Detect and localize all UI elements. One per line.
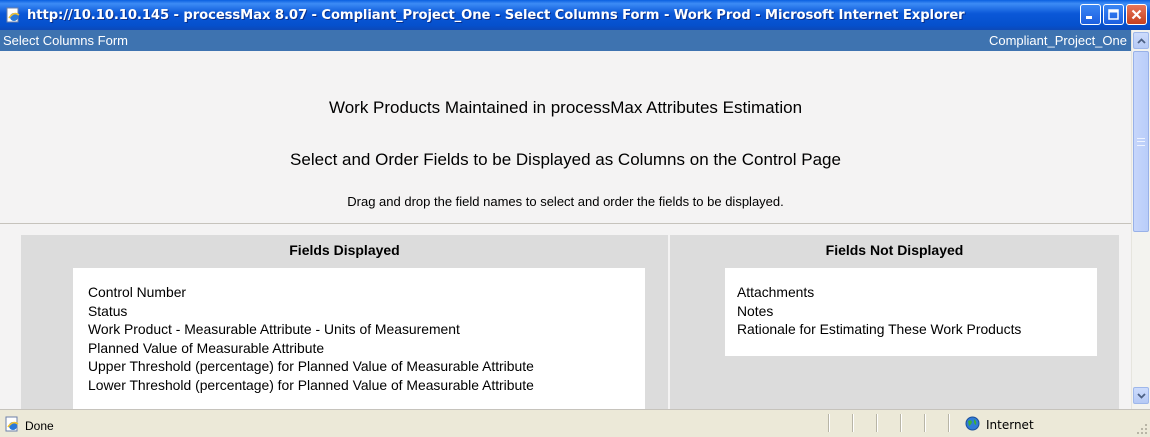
window-title: http://10.10.10.145 - processMax 8.07 - … <box>27 7 965 23</box>
scroll-up-button[interactable] <box>1133 32 1149 49</box>
status-separator <box>948 414 950 432</box>
status-separator <box>876 414 878 432</box>
minimize-button[interactable] <box>1080 4 1101 25</box>
page-content: Work Products Maintained in processMax A… <box>0 51 1131 409</box>
form-header-bar: Select Columns Form Compliant_Project_On… <box>0 30 1131 51</box>
status-separator <box>828 414 830 432</box>
vertical-scrollbar[interactable] <box>1131 30 1150 409</box>
status-separator <box>852 414 854 432</box>
minimize-icon <box>1086 16 1092 19</box>
list-item[interactable]: Upper Threshold (percentage) for Planned… <box>88 357 645 376</box>
maximize-button[interactable] <box>1103 4 1124 25</box>
list-item[interactable]: Lower Threshold (percentage) for Planned… <box>88 376 645 395</box>
list-item[interactable]: Planned Value of Measurable Attribute <box>88 339 645 358</box>
form-name: Select Columns Form <box>3 33 128 48</box>
fields-not-displayed-header: Fields Not Displayed <box>825 242 964 258</box>
status-text: Done <box>25 418 54 433</box>
resize-grip-icon[interactable] <box>1136 423 1148 435</box>
chevron-down-icon <box>1136 392 1146 399</box>
status-separator <box>924 414 926 432</box>
list-item[interactable]: Notes <box>737 302 1097 321</box>
status-bar: Done Internet <box>0 409 1150 437</box>
page-title: Work Products Maintained in processMax A… <box>328 98 803 117</box>
window-title-bar[interactable]: http://10.10.10.145 - processMax 8.07 - … <box>0 0 1150 30</box>
page-subtitle: Select and Order Fields to be Displayed … <box>290 150 841 169</box>
list-item[interactable]: Work Product - Measurable Attribute - Un… <box>88 320 645 339</box>
divider <box>0 223 1131 224</box>
fields-displayed-header: Fields Displayed <box>289 242 400 258</box>
page-done-icon <box>4 416 20 435</box>
fields-displayed-list[interactable]: Control Number Status Work Product - Mea… <box>73 268 645 409</box>
security-zone[interactable]: Internet <box>965 416 1034 434</box>
list-item[interactable]: Rationale for Estimating These Work Prod… <box>737 320 1097 339</box>
list-item[interactable]: Status <box>88 302 645 321</box>
zone-text: Internet <box>986 418 1034 432</box>
ie-page-icon[interactable] <box>5 7 21 23</box>
fields-displayed-panel: Fields Displayed Control Number Status W… <box>21 235 668 409</box>
scroll-down-button[interactable] <box>1133 387 1149 404</box>
maximize-icon <box>1108 9 1119 20</box>
close-button[interactable] <box>1126 4 1147 25</box>
list-item[interactable]: Attachments <box>737 283 1097 302</box>
project-name: Compliant_Project_One <box>988 33 1127 48</box>
fields-not-displayed-panel: Fields Not Displayed Attachments Notes R… <box>670 235 1119 409</box>
scroll-thumb[interactable] <box>1133 51 1149 232</box>
globe-icon <box>965 416 980 434</box>
close-icon <box>1131 9 1142 20</box>
chevron-up-icon <box>1136 37 1146 44</box>
fields-not-displayed-list[interactable]: Attachments Notes Rationale for Estimati… <box>725 268 1097 356</box>
instructions-text: Drag and drop the field names to select … <box>347 194 784 209</box>
list-item[interactable]: Control Number <box>88 283 645 302</box>
status-separator <box>900 414 902 432</box>
